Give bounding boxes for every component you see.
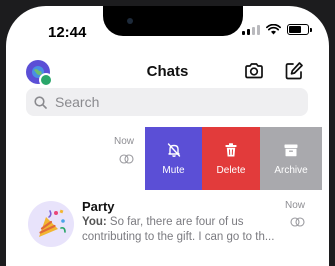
chat-preview: You: So far, there are four of us contri…	[82, 215, 294, 245]
read-receipt-icon	[290, 217, 305, 227]
search-bar[interactable]	[26, 88, 308, 116]
swipe-actions: Mute Delete Archive	[145, 127, 322, 190]
preview-line1: So far, there are four of us	[110, 216, 244, 228]
chat-time: Now	[285, 200, 305, 211]
chat-row-swiped[interactable]: Now Mute D	[6, 127, 329, 190]
bell-slash-icon	[166, 142, 182, 158]
delete-label: Delete	[217, 165, 246, 176]
archive-button[interactable]: Archive	[260, 127, 322, 190]
preview-line2: contributing to the gift. I can go to th…	[82, 231, 274, 243]
wifi-icon	[266, 24, 281, 35]
chat-name: Party	[82, 199, 115, 214]
mute-label: Mute	[162, 165, 184, 176]
battery-icon	[287, 24, 309, 35]
avatar	[28, 201, 74, 247]
search-input[interactable]	[53, 93, 287, 111]
archive-box-icon	[283, 142, 299, 158]
phone-screen: 12:44 Chats	[6, 6, 329, 266]
trash-icon	[223, 142, 239, 158]
mute-button[interactable]: Mute	[145, 127, 202, 190]
top-bar: Chats	[6, 54, 329, 88]
read-receipt-icon	[119, 154, 134, 164]
party-popper-icon	[28, 201, 74, 247]
status-icons	[242, 24, 309, 35]
preview-sender: You:	[82, 216, 107, 228]
chat-time: Now	[114, 136, 134, 147]
page-title: Chats	[6, 63, 329, 80]
archive-label: Archive	[274, 165, 307, 176]
search-icon	[34, 96, 47, 109]
status-time: 12:44	[48, 24, 86, 41]
front-camera	[127, 18, 133, 24]
camera-icon[interactable]	[243, 60, 265, 82]
delete-button[interactable]: Delete	[202, 127, 260, 190]
notch	[103, 6, 243, 36]
cellular-signal-icon	[242, 24, 260, 35]
compose-icon[interactable]	[283, 60, 305, 82]
chat-row[interactable]: Party You: So far, there are four of us …	[6, 196, 329, 256]
